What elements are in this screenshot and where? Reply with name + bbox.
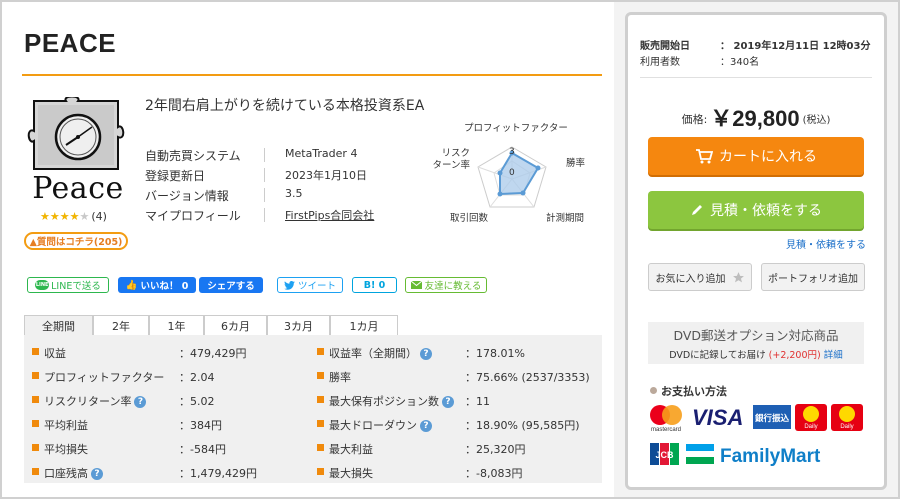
add-portfolio-button[interactable]: ポートフォリオ追加 — [761, 263, 865, 291]
daily-word-1: Daily — [804, 424, 817, 430]
question-button[interactable]: ▲質問はコチラ(205) — [24, 232, 128, 250]
stat-row: 口座残高? ：1,479,429円 — [24, 460, 314, 484]
stat-row: 収益 ：479,429円 — [24, 340, 314, 364]
help-icon[interactable]: ? — [420, 348, 432, 360]
stat-row: 最大損失 ：-8,083円 — [309, 460, 599, 484]
radar-chart: プロフィットファクター 勝率 計測期間 取引回数 リスク ターン率 3 0 — [422, 117, 602, 227]
mail-friend-button[interactable]: 友達に教える — [405, 277, 487, 293]
rating-star-filled: ★★★★ — [40, 210, 80, 223]
quote-request-link[interactable]: 見積・依頼をする — [786, 236, 866, 251]
cart-icon — [696, 149, 713, 164]
star-icon — [732, 271, 744, 282]
tab-all[interactable]: 全期間 — [24, 315, 93, 336]
stat-row: 平均損失 ：-584円 — [24, 436, 314, 460]
line-icon: LINE — [35, 280, 50, 290]
logo-wordmark: Peace — [32, 171, 124, 206]
rating-stars: ★★★★★ (4) — [40, 210, 107, 223]
daily-word-2: Daily — [840, 424, 853, 430]
radar-scale-top: 3 — [509, 147, 515, 157]
tab-1y[interactable]: 1年 — [149, 315, 204, 336]
sale-meta: 販売開始日 ： 2019年12月11日 12時03分 利用者数 ：340名 — [640, 37, 875, 69]
sale-start-value: ： 2019年12月11日 12時03分 — [720, 41, 871, 52]
stat-row: 最大保有ポジション数? ：11 — [309, 388, 599, 412]
line-share-button[interactable]: LINE LINEで送る — [27, 277, 109, 293]
jcb-familymart-icon: JCB FamilyMart — [650, 443, 821, 467]
sale-start-label: 販売開始日 — [640, 41, 690, 52]
tab-1m[interactable]: 1カ月 — [330, 315, 398, 336]
help-icon[interactable]: ? — [91, 468, 103, 480]
stat-row: リスクリターン率? ：5.02 — [24, 388, 314, 412]
quote-request-button[interactable]: 見積・依頼をする — [648, 191, 864, 229]
purchase-sidebar: 販売開始日 ： 2019年12月11日 12時03分 利用者数 ：340名 価格: ￥… — [625, 12, 887, 490]
tab-3m[interactable]: 3カ月 — [267, 315, 330, 336]
jcb-word: JCB — [655, 450, 674, 460]
thumbs-up-icon: 👍 — [125, 279, 138, 291]
info-key: 自動売買システム — [145, 149, 241, 163]
stat-row: 平均利益 ：384円 — [24, 412, 314, 436]
product-description: 2年間右肩上がりを続けている本格投資系EA — [145, 98, 425, 114]
payment-title: お支払い方法 — [650, 383, 727, 399]
add-favorite-button[interactable]: お気に入り追加 — [648, 263, 752, 291]
help-icon[interactable]: ? — [442, 396, 454, 408]
dvd-title: DVD郵送オプション対応商品 — [673, 328, 839, 343]
tab-2y[interactable]: 2年 — [93, 315, 149, 336]
stat-row: プロフィットファクター ：2.04 — [24, 364, 314, 388]
mastercard-word: mastercard — [651, 427, 681, 433]
users-label: 利用者数 — [640, 57, 680, 68]
dvd-text: DVDに記録してお届け (+2,200円) 詳細 — [669, 350, 843, 361]
puzzle-clock-icon — [27, 95, 125, 170]
info-key: バージョン情報 — [145, 189, 229, 203]
rating-star-empty: ★ — [79, 210, 90, 223]
main-content: PEACE Peace ★★★★★ (4) ▲質問はコチラ(205) 2年間右肩上… — [2, 2, 614, 497]
page-title: PEACE — [24, 28, 117, 58]
twitter-bird-icon — [284, 280, 295, 290]
tab-6m[interactable]: 6カ月 — [204, 315, 267, 336]
profile-link[interactable]: FirstPips合同会社 — [285, 207, 374, 223]
visa-word: VISA — [692, 405, 743, 430]
envelope-icon — [410, 281, 422, 289]
price-value: ￥29,800 — [710, 106, 800, 131]
hatena-bookmark-button[interactable]: B! 0 — [352, 277, 397, 293]
price-label: 価格: — [681, 113, 708, 126]
info-value: MetaTrader 4 — [285, 147, 358, 160]
facebook-share-button[interactable]: シェアする — [199, 277, 263, 293]
dvd-detail-link[interactable]: 詳細 — [824, 350, 843, 361]
payment-logos-row1: mastercard VISA 銀行振込 Daily Daily — [648, 403, 868, 436]
familymart-word: FamilyMart — [720, 446, 821, 467]
rating-count: (4) — [91, 210, 107, 223]
bank-transfer-word: 銀行振込 — [754, 413, 790, 424]
tweet-button[interactable]: ツイート — [277, 277, 343, 293]
info-key: マイプロフィール — [145, 209, 241, 223]
dvd-option-box: DVD郵送オプション対応商品 DVDに記録してお届け (+2,200円) 詳細 — [648, 322, 864, 364]
info-value: 3.5 — [285, 187, 303, 200]
title-divider — [22, 74, 602, 76]
pencil-icon — [692, 205, 702, 215]
price-tax: (税込) — [802, 115, 831, 126]
help-icon[interactable]: ? — [134, 396, 147, 408]
help-icon[interactable]: ? — [420, 420, 432, 432]
users-value: ：340名 — [720, 57, 760, 68]
stat-row: 最大ドローダウン? ：18.90% (95,585円) — [309, 412, 599, 436]
facebook-like-button[interactable]: 👍 いいね！ 0 — [118, 277, 196, 293]
stats-panel: 収益 ：479,429円 プロフィットファクター ：2.04 リスクリターン率? ：5… — [24, 335, 602, 483]
product-logo: Peace — [22, 95, 134, 207]
info-key: 登録更新日 — [145, 169, 206, 183]
stat-row: 勝率 ：75.66% (2537/3353) — [309, 364, 599, 388]
payment-logos-icon: mastercard VISA 銀行振込 Daily Daily — [650, 404, 863, 433]
stat-row: 収益率（全期間）? ：178.01% — [309, 340, 599, 364]
payment-logos-row2: JCB FamilyMart — [648, 440, 868, 473]
radar-scale-zero: 0 — [509, 168, 515, 178]
add-to-cart-button[interactable]: カートに入れる — [648, 137, 864, 175]
info-value: 2023年1月10日 — [285, 169, 367, 182]
price-block: 価格: ￥29,800 (税込) — [628, 101, 884, 133]
stat-row: 最大利益 ：25,320円 — [309, 436, 599, 460]
